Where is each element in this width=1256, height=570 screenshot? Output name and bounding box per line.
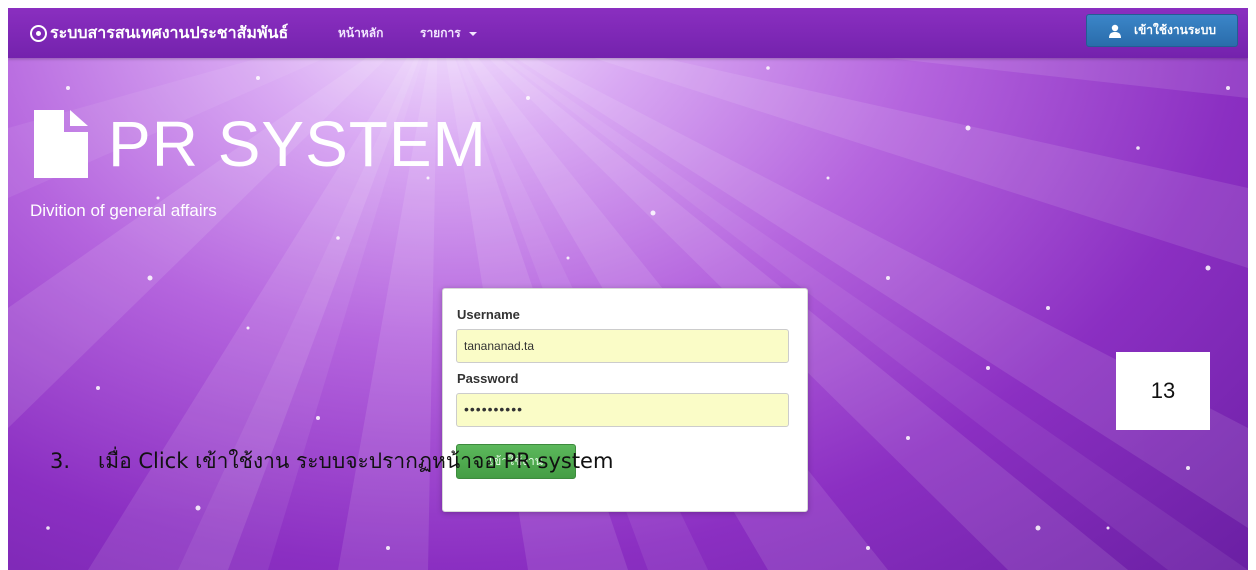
password-field[interactable]: •••••••••• xyxy=(456,393,789,427)
screenshot-frame: ระบบสารสนเทศงานประชาสัมพันธ์ หน้าหลัก รา… xyxy=(8,8,1248,570)
username-field[interactable]: tanananad.ta xyxy=(456,329,789,363)
password-label: Password xyxy=(457,371,519,386)
document-page: ระบบสารสนเทศงานประชาสัมพันธ์ หน้าหลัก รา… xyxy=(0,0,1256,570)
login-button-label: เข้าใช้งานระบบ xyxy=(1134,23,1216,37)
step-number: 3. xyxy=(50,449,71,473)
login-button[interactable]: เข้าใช้งานระบบ xyxy=(1086,14,1238,47)
page-number-box: 13 xyxy=(1116,352,1210,430)
login-card: Username tanananad.ta Password •••••••••… xyxy=(442,288,808,512)
file-icon xyxy=(34,110,88,178)
step-caption: 3. เมื่อ Click เข้าใช้งาน ระบบจะปรากฏหน้า… xyxy=(50,445,613,478)
navbar-brand[interactable]: ระบบสารสนเทศงานประชาสัมพันธ์ xyxy=(30,21,288,46)
brand-text: ระบบสารสนเทศงานประชาสัมพันธ์ xyxy=(50,23,289,42)
nav-list-dropdown[interactable]: รายการ xyxy=(420,24,477,43)
hero-subtitle: Divition of general affairs xyxy=(30,201,217,220)
username-label: Username xyxy=(457,307,520,322)
step-text: เมื่อ Click เข้าใช้งาน ระบบจะปรากฏหน้าจอ… xyxy=(98,449,614,473)
radio-circle-icon xyxy=(30,25,47,42)
hero-title: PR SYSTEM xyxy=(108,108,487,180)
nav-home-link[interactable]: หน้าหลัก xyxy=(338,24,383,43)
nav-list-label: รายการ xyxy=(420,26,461,40)
chevron-down-icon xyxy=(468,31,477,36)
user-icon xyxy=(1109,24,1121,38)
top-navbar: ระบบสารสนเทศงานประชาสัมพันธ์ หน้าหลัก รา… xyxy=(8,8,1248,58)
